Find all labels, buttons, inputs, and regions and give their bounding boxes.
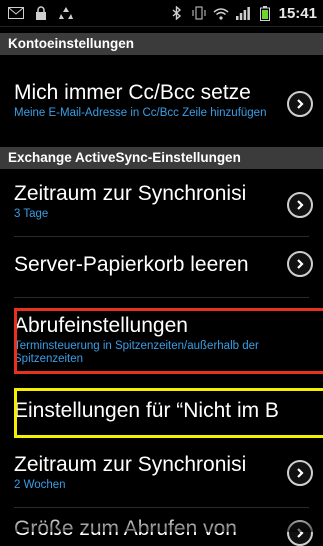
setting-subtitle: 3 Tage [14,208,49,220]
wifi-icon [213,6,229,20]
setting-title: Server-Papierkorb leeren [14,253,249,276]
setting-sync-period-email[interactable]: Zeitraum zur Synchronisi 3 Tage [0,181,323,221]
chevron-right-icon[interactable] [287,251,313,277]
chevron-right-icon[interactable] [287,91,313,117]
vibrate-icon [191,6,207,20]
setting-retrieve-settings[interactable]: Abrufeinstellungen Terminsteuerung in Sp… [0,313,323,366]
setting-always-cc-bcc[interactable]: Mich immer Cc/Bcc setze Meine E-Mail-Adr… [0,80,323,120]
bluetooth-icon [169,6,185,20]
setting-title: Einstellungen für “Nicht im Bü [14,399,279,422]
section-header-account: Kontoeinstellungen [0,33,323,55]
email-icon [8,6,24,20]
chevron-right-icon[interactable] [287,460,313,486]
setting-title: Zeitraum zur Synchronisi [14,453,247,476]
setting-subtitle: 2 Wochen [14,479,66,491]
scroll-fade [0,514,323,532]
battery-icon [257,5,273,21]
lock-icon [33,6,49,20]
section-header-exchange: Exchange ActiveSync-Einstellungen [0,147,323,169]
setting-sync-period-calendar[interactable]: Zeitraum zur Synchronisi 2 Wochen [0,452,323,492]
setting-title: Mich immer Cc/Bcc setze [14,81,251,104]
recycle-icon [58,6,74,20]
setting-empty-server-trash[interactable]: Server-Papierkorb leeren [0,252,323,278]
chevron-right-icon[interactable] [287,192,313,218]
setting-title: Zeitraum zur Synchronisi [14,182,247,205]
setting-subtitle: Meine E-Mail-Adresse in Cc/Bcc Zeile hin… [14,107,267,119]
divider [14,297,309,298]
setting-out-of-office[interactable]: Einstellungen für “Nicht im Bü [0,398,323,424]
setting-title: Abrufeinstellungen [14,314,188,337]
divider [14,236,309,237]
divider [14,507,309,508]
status-bar: 15:41 [0,0,323,27]
setting-subtitle: Terminsteuerung in Spitzenzeiten/außerha… [14,340,259,365]
signal-icon [235,6,251,20]
clock: 15:41 [278,4,317,22]
